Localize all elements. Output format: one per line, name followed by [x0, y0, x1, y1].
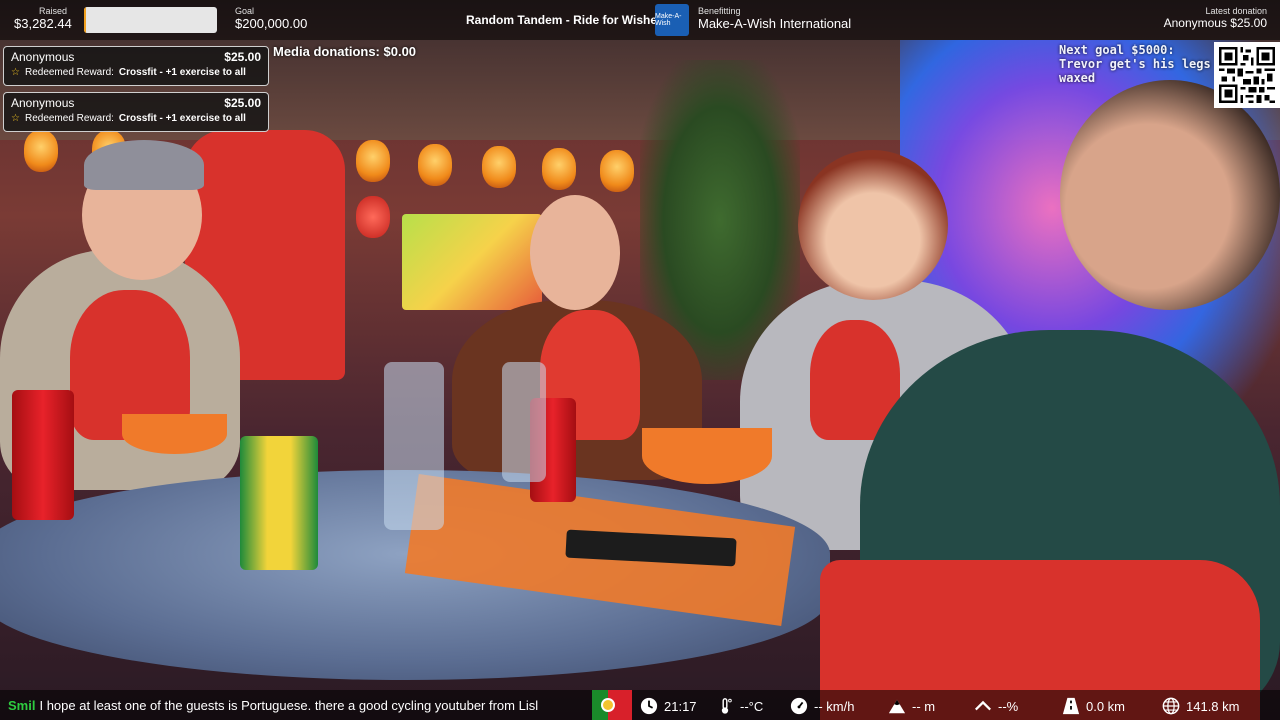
donor-name: Anonymous — [11, 50, 75, 64]
benefiting-value: Make-A-Wish International — [698, 16, 852, 31]
reward-prefix: Redeemed Reward: — [24, 113, 114, 124]
reward-name: Crossfit - +1 exercise to all — [118, 67, 246, 78]
head — [798, 150, 948, 300]
event-title: Random Tandem - Ride for Wishes — [466, 13, 664, 27]
donation-amount: $25.00 — [224, 50, 261, 64]
lantern — [542, 148, 576, 190]
time-stat: 21:17 — [640, 697, 697, 715]
temperature-value: --°C — [740, 698, 764, 714]
elevation-stat: -- m — [888, 697, 935, 715]
logo-text: Make-A-Wish — [655, 13, 682, 27]
media-donations-text: Media donations: $0.00 — [273, 44, 417, 59]
star-icon: ☆ — [11, 113, 20, 124]
chat-message: I hope at least one of the guests is Por… — [39, 698, 539, 713]
donation-amount: $25.00 — [224, 96, 261, 110]
grade-stat: --% — [974, 697, 1018, 715]
donation-alert: Anonymous $25.00 ☆ Redeemed Reward: Cros… — [3, 92, 269, 132]
reward-prefix: Redeemed Reward: — [24, 67, 114, 78]
star-icon: ☆ — [11, 67, 20, 78]
time-value: 21:17 — [664, 698, 697, 714]
qr-code-icon — [1219, 47, 1275, 103]
speedometer-icon — [790, 697, 808, 715]
donor-name: Anonymous — [11, 96, 75, 110]
benefiting-block: Benefitting Make-A-Wish International — [698, 6, 851, 31]
latest-donation-value: Anonymous $25.00 — [1163, 16, 1267, 30]
lantern — [24, 130, 58, 172]
chat-ticker: Smil I hope at least one of the guests is… — [8, 698, 576, 713]
latest-donation-label: Latest donation — [1205, 6, 1267, 16]
next-goal-text: Next goal $5000: Trevor get's his legs w… — [1059, 43, 1211, 85]
fundraising-progress-bar — [84, 7, 217, 33]
clock-icon — [640, 697, 658, 715]
mountain-icon — [888, 699, 906, 714]
total-distance-stat: 141.8 km — [1162, 697, 1239, 715]
latest-donation-block: Latest donation Anonymous $25.00 — [1164, 6, 1267, 30]
globe-icon — [1162, 697, 1180, 715]
head — [1060, 80, 1280, 310]
incline-icon — [975, 700, 991, 711]
make-a-wish-logo: Make-A-Wish — [655, 4, 689, 36]
cap — [84, 140, 204, 190]
head — [530, 195, 620, 310]
lantern — [356, 140, 390, 182]
water-bottle — [502, 362, 546, 482]
wall-poster — [402, 214, 542, 310]
grade-value: --% — [998, 698, 1019, 714]
goal-label: Goal — [235, 6, 255, 16]
total-distance-value: 141.8 km — [1186, 698, 1240, 714]
raised-value: $3,282.44 — [14, 16, 72, 31]
portugal-flag-icon — [592, 690, 632, 720]
thermometer-icon — [721, 698, 732, 714]
lipton-can — [240, 436, 318, 570]
water-bottle — [384, 362, 444, 530]
progress-fill — [84, 7, 87, 33]
raised-block: Raised $3,282.44 — [14, 6, 72, 31]
speed-stat: -- km/h — [790, 697, 854, 715]
stream-header-bar: Raised $3,282.44 Goal $200,000.00 Random… — [0, 0, 1280, 40]
chat-username: Smil — [8, 698, 36, 713]
speed-value: -- km/h — [814, 698, 855, 714]
benefiting-label: Benefitting — [698, 6, 741, 16]
lantern — [418, 144, 452, 186]
goal-value: $200,000.00 — [235, 16, 308, 31]
road-icon — [1062, 697, 1080, 715]
goal-block: Goal $200,000.00 — [235, 6, 307, 31]
reward-name: Crossfit - +1 exercise to all — [118, 113, 246, 124]
temperature-stat: --°C — [716, 697, 763, 715]
elevation-value: -- m — [912, 698, 936, 714]
distance-stat: 0.0 km — [1062, 697, 1125, 715]
lantern — [356, 196, 390, 238]
qr-code[interactable] — [1214, 42, 1280, 108]
raised-label: Raised — [38, 6, 67, 16]
bowl — [122, 414, 227, 454]
bowl — [642, 428, 772, 484]
coca-cola-can — [12, 390, 74, 520]
lantern — [482, 146, 516, 188]
donation-alert: Anonymous $25.00 ☆ Redeemed Reward: Cros… — [3, 46, 269, 86]
distance-value: 0.0 km — [1086, 698, 1126, 714]
lantern — [600, 150, 634, 192]
